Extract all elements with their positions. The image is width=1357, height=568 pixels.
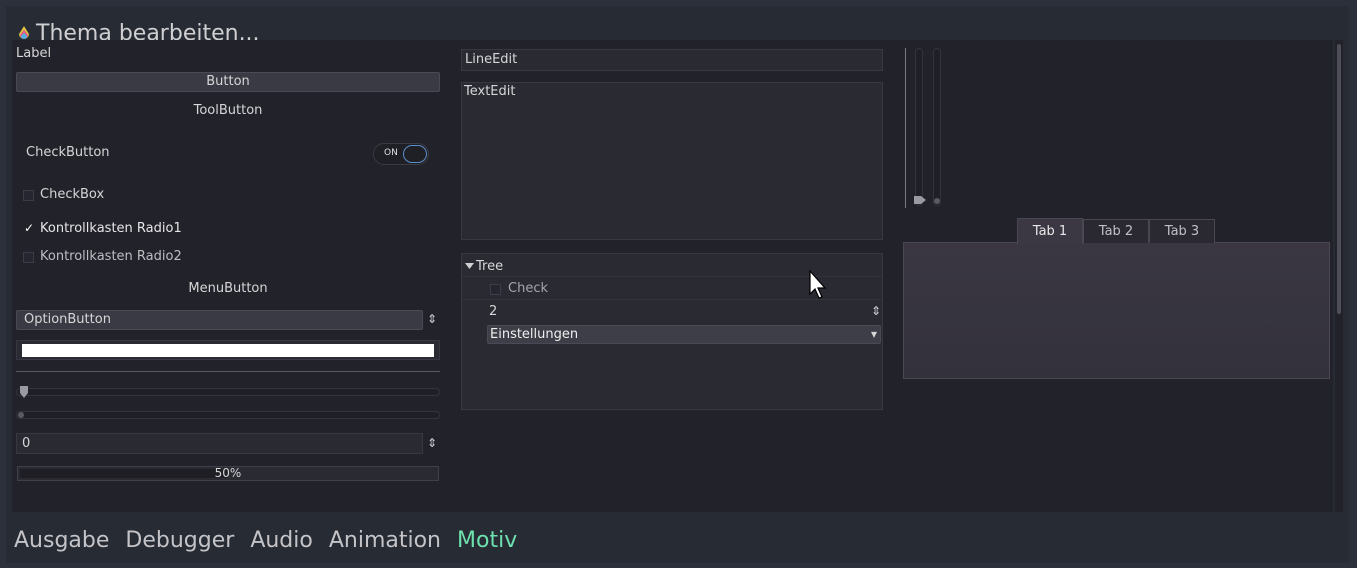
option-button[interactable]: OptionButton — [16, 310, 423, 330]
vertical-scrollbar-preview[interactable] — [933, 48, 941, 206]
switch-knob — [403, 145, 427, 163]
vertical-slider[interactable] — [915, 48, 923, 206]
horizontal-scrollbar-thumb[interactable] — [18, 412, 24, 418]
tab-2[interactable]: Tab 2 — [1083, 219, 1149, 243]
tab-1-label: Tab 1 — [1032, 224, 1068, 239]
vertical-scrollbar-preview-thumb[interactable] — [934, 198, 940, 204]
tab-3-label: Tab 3 — [1164, 224, 1200, 239]
vertical-slider-grabber-icon[interactable] — [913, 195, 927, 205]
check-button-label: CheckButton — [26, 145, 110, 160]
tree-settings-label: Einstellungen — [490, 327, 579, 342]
progress-bar: 50% — [17, 466, 439, 481]
checkbox-unchecked[interactable] — [23, 190, 34, 201]
tree-checkbox[interactable] — [490, 284, 501, 295]
tree-settings-arrow-icon: ▾ — [871, 327, 878, 341]
option-arrows-icon: ⇕ — [427, 312, 438, 326]
line-edit[interactable]: LineEdit — [461, 49, 883, 71]
tree-collapse-icon[interactable] — [465, 263, 474, 270]
horizontal-separator — [16, 371, 440, 372]
tool-button-label: ToolButton — [193, 103, 263, 118]
color-swatch — [22, 344, 434, 357]
mouse-cursor-icon — [809, 270, 827, 299]
bottom-tab-debugger[interactable]: Debugger — [125, 528, 234, 553]
tree-check-label: Check — [508, 281, 548, 296]
bottom-tab-motiv[interactable]: Motiv — [457, 528, 517, 553]
radio1-label: Kontrollkasten Radio1 — [40, 221, 182, 236]
option-button-label: OptionButton — [24, 312, 111, 327]
tab-2-label: Tab 2 — [1098, 224, 1134, 239]
line-edit-text: LineEdit — [465, 52, 518, 67]
menu-button[interactable]: MenuButton — [16, 281, 440, 296]
text-edit-text: TextEdit — [464, 84, 516, 99]
checkbox-label: CheckBox — [40, 187, 105, 202]
text-edit[interactable]: TextEdit — [461, 82, 883, 240]
preview-button[interactable]: Button — [16, 72, 440, 92]
slider-grabber-icon[interactable] — [19, 385, 29, 399]
bottom-tab-animation[interactable]: Animation — [329, 528, 441, 553]
spinbox-arrows-icon[interactable]: ⇕ — [427, 436, 437, 450]
color-picker-button[interactable] — [16, 340, 440, 360]
spinbox-input[interactable]: 0 — [16, 433, 423, 454]
radio2-box[interactable] — [23, 252, 34, 263]
radio1-checkmark-icon[interactable]: ✓ — [24, 221, 34, 235]
label-preview: Label — [16, 46, 52, 61]
vertical-scrollbar-thumb[interactable] — [1337, 44, 1341, 314]
progress-text: 50% — [214, 466, 242, 480]
tree-number-arrows-icon[interactable]: ⇕ — [871, 304, 881, 318]
menu-button-label: MenuButton — [188, 281, 268, 296]
bottom-tab-ausgabe[interactable]: Ausgabe — [14, 528, 109, 553]
spinbox-value: 0 — [22, 436, 31, 451]
tab-container-panel — [903, 242, 1330, 379]
radio2-label: Kontrollkasten Radio2 — [40, 249, 182, 264]
tree-settings-dropdown[interactable]: Einstellungen ▾ — [487, 325, 881, 344]
preview-button-label: Button — [206, 74, 250, 89]
switch-on-label: ON — [384, 148, 398, 158]
tree-item-number[interactable]: 2 ⇕ — [462, 301, 882, 323]
vertical-separator — [905, 48, 906, 208]
horizontal-scrollbar[interactable] — [16, 411, 440, 419]
theme-icon — [19, 26, 29, 39]
tab-1[interactable]: Tab 1 — [1017, 218, 1083, 244]
horizontal-slider[interactable] — [16, 388, 440, 396]
tool-button[interactable]: ToolButton — [16, 103, 440, 118]
tree-root-label: Tree — [476, 259, 504, 274]
tree-number-value: 2 — [489, 304, 498, 319]
tab-3[interactable]: Tab 3 — [1149, 219, 1215, 243]
bottom-tab-audio[interactable]: Audio — [250, 528, 313, 553]
bottom-panel-bar: Ausgabe Debugger Audio Animation Motiv — [14, 522, 533, 558]
